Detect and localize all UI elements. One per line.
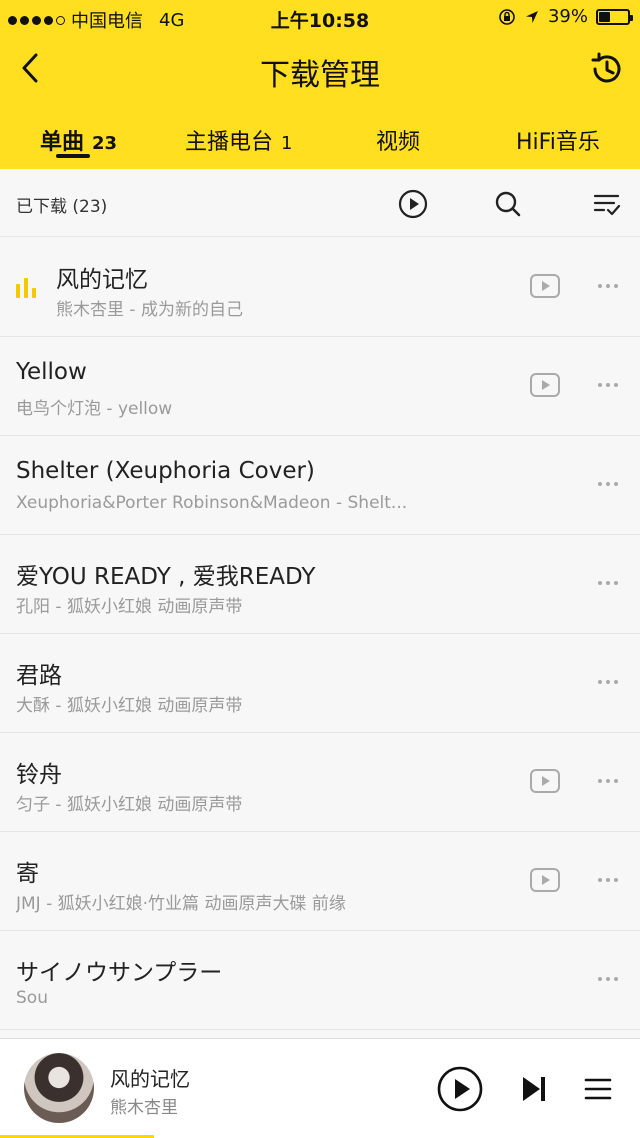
tab-bar: 单曲 23 主播电台 1 视频 HiFi音乐 (0, 106, 640, 169)
song-title: 寄 (16, 861, 39, 887)
more-button[interactable] (598, 284, 618, 288)
history-icon (591, 52, 621, 83)
next-button[interactable] (510, 1065, 558, 1113)
mv-button[interactable] (530, 274, 560, 298)
skip-next-icon (523, 1077, 545, 1101)
song-list: 风的记忆 熊木杏里 - 成为新的自己 Yellow 电鸟个灯泡 - yellow… (0, 238, 640, 1030)
more-button[interactable] (598, 878, 618, 882)
history-button[interactable] (584, 46, 630, 92)
location-icon (525, 10, 538, 23)
status-right: 39% (498, 6, 633, 27)
more-button[interactable] (598, 779, 618, 783)
mini-player[interactable]: 风的记忆 熊木杏里 (0, 1038, 640, 1138)
more-button[interactable] (598, 680, 618, 684)
more-button[interactable] (598, 977, 618, 981)
search-button[interactable] (491, 187, 525, 221)
nav-bar: 下载管理 (0, 34, 640, 106)
rotation-lock-icon (499, 8, 515, 25)
tab-hifi[interactable]: HiFi音乐 (516, 124, 600, 156)
mv-button[interactable] (530, 769, 560, 793)
list-item[interactable]: Yellow 电鸟个灯泡 - yellow (0, 337, 640, 436)
album-cover[interactable] (24, 1053, 94, 1123)
list-item[interactable]: 爱YOU READY , 爱我READY 孔阳 - 狐妖小红娘 动画原声带 (0, 535, 640, 634)
song-subtitle: Xeuphoria&Porter Robinson&Madeon - Shelt… (16, 493, 408, 513)
play-icon (542, 875, 550, 885)
tab-label: HiFi音乐 (516, 130, 600, 155)
download-toolbar: 已下载 (23) (0, 169, 640, 237)
song-title: 君路 (16, 663, 62, 689)
song-subtitle: 大酥 - 狐妖小红娘 动画原声带 (16, 696, 243, 716)
song-subtitle: 孔阳 - 狐妖小红娘 动画原声带 (16, 597, 243, 617)
tab-count: 23 (92, 133, 118, 154)
battery-icon (596, 8, 633, 25)
list-item[interactable]: 铃舟 匀子 - 狐妖小红娘 动画原声带 (0, 733, 640, 832)
play-all-button[interactable] (396, 187, 430, 221)
play-circle-icon (437, 1066, 483, 1112)
player-song-title: 风的记忆 (110, 1067, 190, 1091)
tab-video[interactable]: 视频 (376, 124, 420, 156)
play-icon (542, 380, 550, 390)
list-item[interactable]: 风的记忆 熊木杏里 - 成为新的自己 (0, 238, 640, 337)
play-button[interactable] (436, 1065, 484, 1113)
song-title: 风的记忆 (56, 267, 148, 293)
playlist-button[interactable] (574, 1065, 622, 1113)
batch-manage-button[interactable] (590, 187, 624, 221)
song-subtitle: 熊木杏里 - 成为新的自己 (56, 300, 243, 320)
play-circle-icon (398, 189, 428, 219)
song-title: サイノウサンプラー (16, 960, 223, 986)
battery-percent: 39% (547, 6, 588, 27)
list-item[interactable]: Shelter (Xeuphoria Cover) Xeuphoria&Port… (0, 436, 640, 535)
tab-singles[interactable]: 单曲 23 (40, 124, 117, 156)
status-bar: 中国电信 4G 上午10:58 39% (0, 0, 640, 34)
song-title: Yellow (16, 359, 87, 385)
now-playing-icon (16, 278, 38, 298)
more-button[interactable] (598, 581, 618, 585)
song-subtitle: Sou (16, 988, 48, 1008)
song-title: 爱YOU READY , 爱我READY (16, 564, 316, 590)
tab-label: 主播电台 (185, 130, 274, 155)
tab-label: 视频 (376, 130, 421, 155)
page-title: 下载管理 (260, 58, 380, 93)
tab-active-indicator (56, 154, 90, 158)
play-icon (542, 776, 550, 786)
tab-count: 1 (281, 133, 293, 154)
song-title: Shelter (Xeuphoria Cover) (16, 458, 315, 484)
song-subtitle: 电鸟个灯泡 - yellow (16, 399, 173, 419)
more-button[interactable] (598, 482, 618, 486)
search-icon (495, 191, 521, 217)
player-artist: 熊木杏里 (110, 1098, 178, 1118)
mv-button[interactable] (530, 373, 560, 397)
list-item[interactable]: サイノウサンプラー Sou (0, 931, 640, 1030)
song-title: 铃舟 (16, 762, 62, 788)
menu-icon (584, 1078, 612, 1100)
mv-button[interactable] (530, 868, 560, 892)
tab-radio[interactable]: 主播电台 1 (185, 124, 292, 156)
list-item[interactable]: 君路 大酥 - 狐妖小红娘 动画原声带 (0, 634, 640, 733)
list-item[interactable]: 寄 JMJ - 狐妖小红娘·竹业篇 动画原声大碟 前缘 (0, 832, 640, 931)
downloaded-count-label: 已下载 (23) (16, 197, 108, 217)
play-icon (542, 281, 550, 291)
song-subtitle: JMJ - 狐妖小红娘·竹业篇 动画原声大碟 前缘 (16, 894, 346, 914)
song-subtitle: 匀子 - 狐妖小红娘 动画原声带 (16, 795, 243, 815)
list-check-icon (593, 194, 621, 216)
more-button[interactable] (598, 383, 618, 387)
tab-label: 单曲 (40, 130, 85, 155)
